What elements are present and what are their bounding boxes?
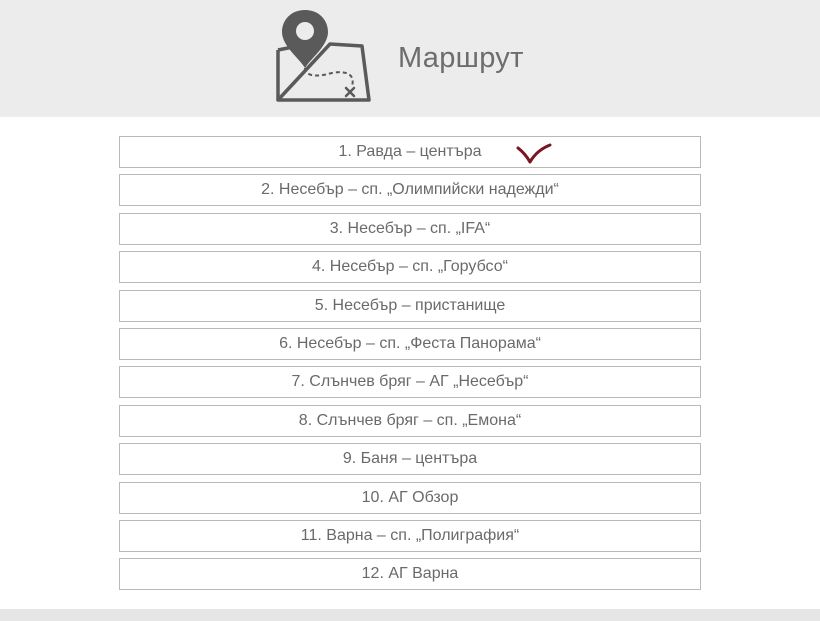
route-label: 7. Слънчев бряг – АГ „Несебър“ <box>291 373 529 391</box>
route-label: 11. Варна – сп. „Полиграфия“ <box>300 526 520 544</box>
route-item-10[interactable]: 10. АГ Обзор <box>119 481 701 514</box>
route-item-12[interactable]: 12. АГ Варна <box>119 558 701 591</box>
route-item-4[interactable]: 4. Несебър – сп. „Горубсо“ <box>119 251 701 284</box>
map-pin-route-icon <box>276 10 371 102</box>
checkmark-icon <box>516 143 552 164</box>
footer-bar <box>0 609 820 621</box>
route-label: 1. Равда – центъра <box>338 143 482 160</box>
route-item-1[interactable]: 1. Равда – центъра <box>119 136 701 168</box>
route-label: 9. Баня – центъра <box>342 450 478 468</box>
route-label: 8. Слънчев бряг – сп. „Емона“ <box>298 411 522 429</box>
route-label: 10. АГ Обзор <box>361 488 459 506</box>
route-label: 6. Несебър – сп. „Феста Панорама“ <box>279 334 541 352</box>
route-item-6[interactable]: 6. Несебър – сп. „Феста Панорама“ <box>119 327 701 360</box>
route-label: 5. Несебър – пристанище <box>314 296 506 314</box>
route-item-5[interactable]: 5. Несебър – пристанище <box>119 289 701 322</box>
route-list: 1. Равда – центъра 2. Несебър – сп. „Оли… <box>119 136 701 597</box>
page-title: Маршрут <box>398 42 524 74</box>
route-label: 4. Несебър – сп. „Горубсо“ <box>312 258 508 276</box>
route-item-7[interactable]: 7. Слънчев бряг – АГ „Несебър“ <box>119 366 701 399</box>
route-item-11[interactable]: 11. Варна – сп. „Полиграфия“ <box>119 519 701 552</box>
route-label: 2. Несебър – сп. „Олимпийски надежди“ <box>261 181 559 199</box>
route-item-8[interactable]: 8. Слънчев бряг – сп. „Емона“ <box>119 404 701 437</box>
route-item-3[interactable]: 3. Несебър – сп. „IFA“ <box>119 212 701 245</box>
route-label: 3. Несебър – сп. „IFA“ <box>329 219 491 237</box>
route-item-9[interactable]: 9. Баня – центъра <box>119 443 701 476</box>
page-header: Маршрут <box>0 0 820 117</box>
route-item-2[interactable]: 2. Несебър – сп. „Олимпийски надежди“ <box>119 174 701 207</box>
route-label: 12. АГ Варна <box>361 565 459 583</box>
